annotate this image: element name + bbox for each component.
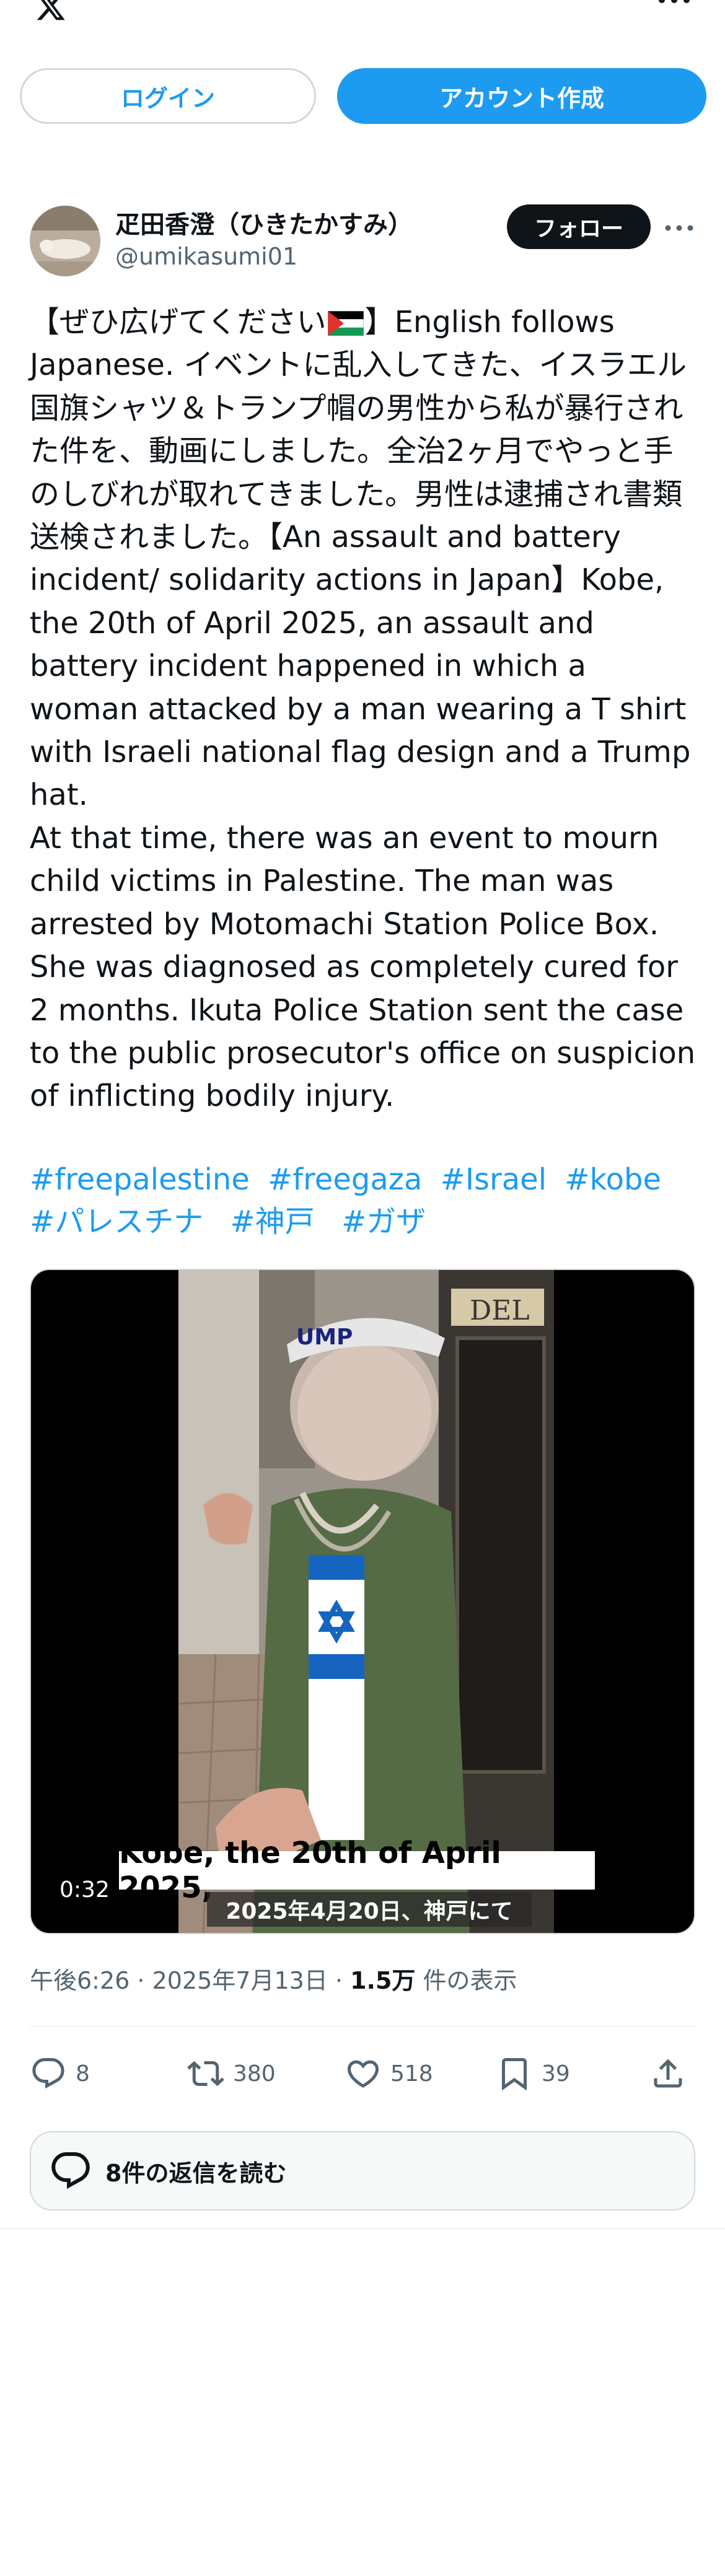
- top-bar: [0, 0, 725, 37]
- tweet-date[interactable]: 2025年7月13日: [152, 1967, 328, 1994]
- reply-icon: [32, 2058, 64, 2089]
- repost-icon: [187, 2061, 224, 2087]
- video-player[interactable]: DEL UMP Kobe, the 20th of April 2025, 20…: [30, 1269, 695, 1934]
- video-duration: 0:32: [59, 1877, 110, 1903]
- hashtag-link[interactable]: #kobe: [565, 1162, 661, 1197]
- store-sign-text: DEL: [470, 1295, 530, 1326]
- x-logo-icon[interactable]: [29, 0, 73, 22]
- divider: [30, 2026, 695, 2027]
- display-name[interactable]: 疋田香澄（ひきたかすみ）: [115, 204, 413, 240]
- heart-icon: [347, 2060, 379, 2088]
- hashtags: #freepalestine #freegaza #Israel #kobe #…: [30, 1159, 699, 1243]
- palestine-flag-icon: [327, 311, 364, 336]
- video-subtitle-en: Kobe, the 20th of April 2025,: [119, 1836, 595, 1905]
- user-handle[interactable]: @umikasumi01: [115, 243, 297, 270]
- hashtag-link[interactable]: #Israel: [441, 1162, 547, 1197]
- like-count: 518: [390, 2061, 433, 2087]
- divider: [0, 2228, 725, 2229]
- hashtag-link[interactable]: #freegaza: [268, 1162, 422, 1197]
- repost-count: 380: [233, 2061, 276, 2087]
- like-button[interactable]: 518: [345, 2052, 433, 2095]
- share-icon: [654, 2059, 682, 2088]
- more-options-icon[interactable]: [656, 0, 693, 12]
- tweet-text: 【ぜひ広げてください 】English follows Japanese. イベン…: [30, 301, 699, 1118]
- bookmark-count: 39: [542, 2061, 570, 2087]
- avatar[interactable]: [30, 206, 100, 276]
- repost-button[interactable]: 380: [187, 2052, 276, 2095]
- reply-count: 8: [76, 2061, 90, 2087]
- tweet-actions: 8 380 518 39: [30, 2052, 699, 2095]
- more-options-icon[interactable]: [662, 216, 696, 240]
- read-replies-label: 8件の返信を読む: [105, 2159, 287, 2187]
- video-subtitle-jp: 2025年4月20日、神戸にて: [207, 1892, 532, 1927]
- cap-text: UMP: [296, 1325, 353, 1350]
- read-replies-button[interactable]: 8件の返信を読む: [30, 2131, 695, 2210]
- login-button[interactable]: ログイン: [20, 68, 316, 124]
- share-button[interactable]: [649, 2052, 687, 2095]
- bookmark-icon: [502, 2058, 527, 2091]
- hashtag-link[interactable]: #神戸: [231, 1204, 315, 1239]
- tweet-text-part: 【ぜひ広げてください: [30, 305, 327, 340]
- signup-button[interactable]: アカウント作成: [337, 68, 706, 124]
- hashtag-link[interactable]: #パレスチナ: [30, 1204, 203, 1239]
- bookmark-button[interactable]: 39: [496, 2052, 570, 2095]
- tweet-author: 疋田香澄（ひきたかすみ） @umikasumi01 フォロー: [30, 204, 699, 279]
- follow-button[interactable]: フォロー: [507, 204, 651, 249]
- avatar-image: [30, 206, 100, 276]
- views-label: 件の表示: [423, 1967, 517, 1994]
- video-still-image: DEL UMP: [178, 1270, 554, 1933]
- reply-button[interactable]: 8: [30, 2052, 90, 2095]
- video-frame: DEL UMP: [178, 1270, 554, 1933]
- tweet-time[interactable]: 午後6:26: [30, 1967, 130, 1994]
- hashtag-link[interactable]: #ガザ: [341, 1204, 426, 1239]
- tweet-text-part: 】English follows Japanese. イベントに乱入してきた、イ…: [30, 305, 696, 1114]
- views-count: 1.5万: [350, 1967, 416, 1994]
- reply-icon: [51, 2152, 90, 2189]
- tweet-meta: 午後6:26 · 2025年7月13日 · 1.5万 件の表示: [30, 1967, 517, 1994]
- auth-buttons: ログイン アカウント作成: [20, 68, 706, 124]
- hashtag-link[interactable]: #freepalestine: [30, 1162, 250, 1197]
